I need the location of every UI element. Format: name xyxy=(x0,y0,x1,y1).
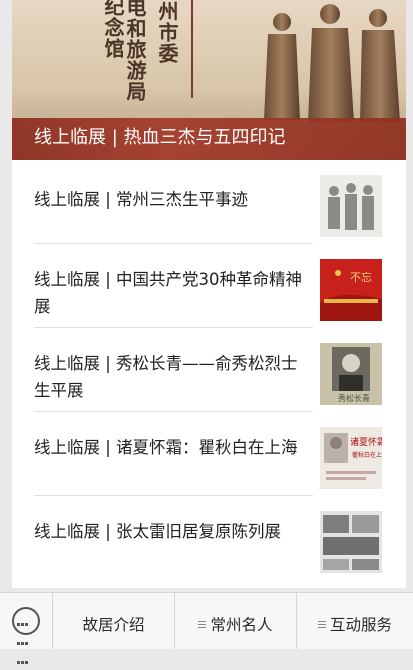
thumbnail-image: 不忘 xyxy=(320,259,382,321)
svg-text:不忘: 不忘 xyxy=(350,270,372,284)
item-title: 线上临展 | 常州三杰生平事迹 xyxy=(34,190,249,209)
menu-label: 故居介绍 xyxy=(82,616,145,634)
menu-button-3[interactable]: 互动服务 xyxy=(297,593,413,649)
thumbnail-image xyxy=(320,511,382,573)
hero-vertical-text-mid: 广电和旅游局 xyxy=(123,0,147,102)
svg-text:瞿秋白在上海: 瞿秋白在上海 xyxy=(352,451,382,459)
menu-button-2[interactable]: 常州名人 xyxy=(175,593,297,649)
hero-divider xyxy=(191,0,193,98)
hero-vertical-text-right: 常州市委 xyxy=(155,0,179,64)
list-item[interactable]: 线上临展 | 诸夏怀霜：瞿秋白在上海 诸夏怀霜 瞿秋白在上海 xyxy=(12,412,406,496)
menu-label-with-icon: 常州名人 xyxy=(175,613,296,635)
svg-text:秀松长青: 秀松长青 xyxy=(338,393,370,403)
menu-button-1[interactable]: 故居介绍 xyxy=(53,593,175,649)
keyboard-toggle[interactable] xyxy=(0,593,53,664)
list-item[interactable]: 线上临展 | 秀松长青——俞秀松烈士生平展 秀松长青 xyxy=(12,328,406,412)
menu-label-with-icon: 互动服务 xyxy=(297,613,413,635)
exhibit-list: 线上临展 | 常州三杰生平事迹 线上临展 | 中国共产党30种革命精神展 不忘 xyxy=(12,160,406,580)
thumbnail-image: 秀松长青 xyxy=(320,343,382,405)
item-title: 线上临展 | 张太雷旧居复原陈列展 xyxy=(34,522,282,541)
hero-caption: 线上临展 | 热血三杰与五四印记 xyxy=(34,127,286,148)
menu-label: 常州名人 xyxy=(210,616,273,634)
submenu-icon xyxy=(317,621,326,629)
svg-text:诸夏怀霜: 诸夏怀霜 xyxy=(350,436,382,448)
list-item[interactable]: 线上临展 | 中国共产党30种革命精神展 不忘 xyxy=(12,244,406,328)
hero-vertical-text-left: 纪念馆 xyxy=(101,0,125,59)
item-title: 线上临展 | 诸夏怀霜：瞿秋白在上海 xyxy=(34,438,298,457)
content-card: 纪念馆 广电和旅游局 常州市委 线上临展 | 热血三杰与五四印记 线上临展 | … xyxy=(12,0,406,588)
submenu-icon xyxy=(198,621,207,629)
statues-image xyxy=(264,4,400,122)
hero-banner[interactable]: 纪念馆 广电和旅游局 常州市委 线上临展 | 热血三杰与五四印记 xyxy=(12,0,406,160)
bottom-menu-bar: 故居介绍 常州名人 互动服务 xyxy=(0,592,413,664)
list-item[interactable]: 线上临展 | 张太雷旧居复原陈列展 xyxy=(12,496,406,580)
item-title: 线上临展 | 中国共产党30种革命精神展 xyxy=(34,270,303,316)
thumbnail-image xyxy=(320,175,382,237)
item-title: 线上临展 | 秀松长青——俞秀松烈士生平展 xyxy=(34,354,298,400)
menu-label: 互动服务 xyxy=(329,616,392,634)
list-item[interactable]: 线上临展 | 常州三杰生平事迹 xyxy=(12,160,406,244)
keyboard-dots xyxy=(17,613,35,670)
thumbnail-image: 诸夏怀霜 瞿秋白在上海 xyxy=(320,427,382,489)
